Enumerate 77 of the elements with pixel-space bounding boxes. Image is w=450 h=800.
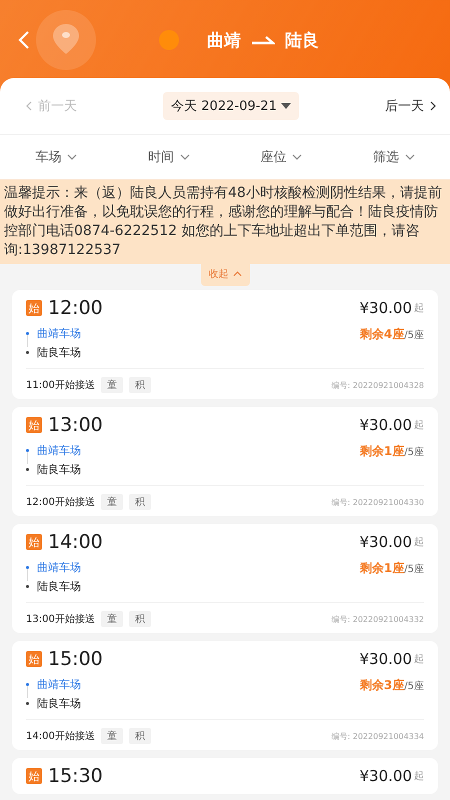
filter-dropdown[interactable]: 筛选 — [372, 148, 415, 166]
trip-tag: 童 — [100, 494, 123, 510]
price-suffix: 起 — [414, 302, 424, 315]
start-badge: 始 — [26, 768, 42, 784]
trip-number: 编号: 20220921004334 — [332, 730, 424, 742]
trip-tag: 积 — [128, 494, 151, 510]
chevron-down-icon — [67, 154, 78, 160]
price: ¥30.00 — [360, 533, 412, 551]
remaining-seats: 剩余3座 — [360, 678, 404, 692]
departure-time: 12:00 — [48, 296, 103, 320]
chevron-down-icon — [404, 154, 415, 160]
price: ¥30.00 — [360, 416, 412, 434]
departure-time: 15:30 — [48, 764, 103, 788]
dropdown-triangle-icon — [280, 103, 291, 109]
remaining-seats: 剩余1座 — [360, 561, 404, 575]
location-dot-icon — [159, 30, 179, 50]
next-day-button[interactable]: 后一天 — [385, 97, 436, 115]
departure-time: 14:00 — [48, 530, 103, 554]
departure-time: 15:00 — [48, 647, 103, 671]
chevron-down-icon — [292, 154, 302, 160]
trip-card[interactable]: 始 15:30 ¥30.00 起 — [12, 758, 438, 794]
seat-capacity: /5座 — [404, 681, 424, 692]
trip-card[interactable]: 始 15:00 ¥30.00 起 曲靖车场 陆良车场 剩余3座/5座 14:00开始接送 童 积 编号: 20220921004334 — [12, 641, 438, 750]
seat-capacity: /5座 — [404, 330, 424, 341]
start-badge: 始 — [26, 534, 42, 550]
location-pin-icon — [36, 10, 96, 70]
trip-tag: 童 — [100, 728, 123, 744]
price-suffix: 起 — [414, 652, 424, 666]
notice-text: 温馨提示：来（返）陆良人员需持有48小时核酸检测阴性结果，请提前做好出行准备，以免耽误您的行程，感谢您的理解与配合！陆良疫情防控部门电话0874-6222512 如您的上下车地址超出下单范围，请咨询:13987122537 — [4, 184, 442, 260]
chevron-right-icon — [430, 101, 436, 111]
chevron-up-icon — [232, 271, 242, 277]
pickup-time: 14:00开始接送 — [26, 730, 95, 743]
pickup-time: 11:00开始接送 — [26, 378, 95, 392]
start-badge: 始 — [26, 417, 42, 433]
start-badge: 始 — [26, 300, 42, 316]
chevron-down-icon — [180, 154, 190, 160]
filter-dropdown[interactable]: 座位 — [260, 148, 302, 166]
seat-capacity: /5座 — [404, 564, 424, 575]
departure-time: 13:00 — [48, 413, 103, 437]
price-suffix: 起 — [414, 418, 424, 432]
chevron-left-icon — [26, 101, 32, 111]
trip-number: 编号: 20220921004332 — [332, 614, 424, 624]
station-name: 曲靖车场 — [37, 326, 81, 341]
trip-card[interactable]: 始 14:00 ¥30.00 起 曲靖车场 陆良车场 剩余1座/5座 13:00开始接送 童 积 编号: 20220921004332 — [12, 524, 438, 633]
start-badge: 始 — [26, 651, 42, 667]
trip-tag: 童 — [100, 377, 123, 393]
date-selector[interactable]: 今天 2022-09-21 — [163, 92, 299, 120]
trip-card[interactable]: 始 13:00 ¥30.00 起 曲靖车场 陆良车场 剩余1座/5座 12:00开始接送 童 积 编号: 20220921004330 — [12, 407, 438, 516]
origin-city: 曲靖 — [207, 30, 241, 52]
trip-tag: 童 — [100, 611, 123, 627]
trip-number: 编号: 20220921004330 — [332, 496, 424, 508]
trip-tag: 积 — [128, 728, 151, 744]
trip-card[interactable]: 始 12:00 ¥30.00 起 曲靖车场 陆良车场 剩余4座/5座 11:00开始接送 童 积 编号: 20220921004328 — [12, 290, 438, 399]
trip-number: 编号: 20220921004328 — [332, 380, 424, 390]
pickup-time: 13:00开始接送 — [26, 612, 95, 626]
back-icon[interactable] — [18, 30, 30, 50]
price-suffix: 起 — [414, 770, 424, 783]
remaining-seats: 剩余4座 — [360, 327, 404, 341]
filter-dropdown[interactable]: 时间 — [148, 148, 190, 166]
station-name: 陆良车场 — [37, 345, 81, 360]
destination-city: 陆良 — [285, 30, 319, 52]
station-name: 曲靖车场 — [37, 677, 81, 692]
station-name: 陆良车场 — [37, 696, 81, 711]
price: ¥30.00 — [360, 650, 412, 668]
price: ¥30.00 — [360, 767, 412, 785]
station-name: 曲靖车场 — [37, 560, 81, 575]
price: ¥30.00 — [360, 299, 412, 317]
station-name: 陆良车场 — [37, 462, 81, 477]
filter-dropdown[interactable]: 车场 — [35, 148, 78, 166]
trip-tag: 积 — [128, 611, 151, 627]
station-name: 陆良车场 — [37, 579, 81, 594]
price-suffix: 起 — [414, 536, 424, 549]
station-name: 曲靖车场 — [37, 443, 81, 458]
pickup-time: 12:00开始接送 — [26, 496, 95, 509]
seat-capacity: /5座 — [404, 447, 424, 458]
trip-tag: 积 — [128, 377, 151, 393]
remaining-seats: 剩余1座 — [360, 444, 404, 458]
